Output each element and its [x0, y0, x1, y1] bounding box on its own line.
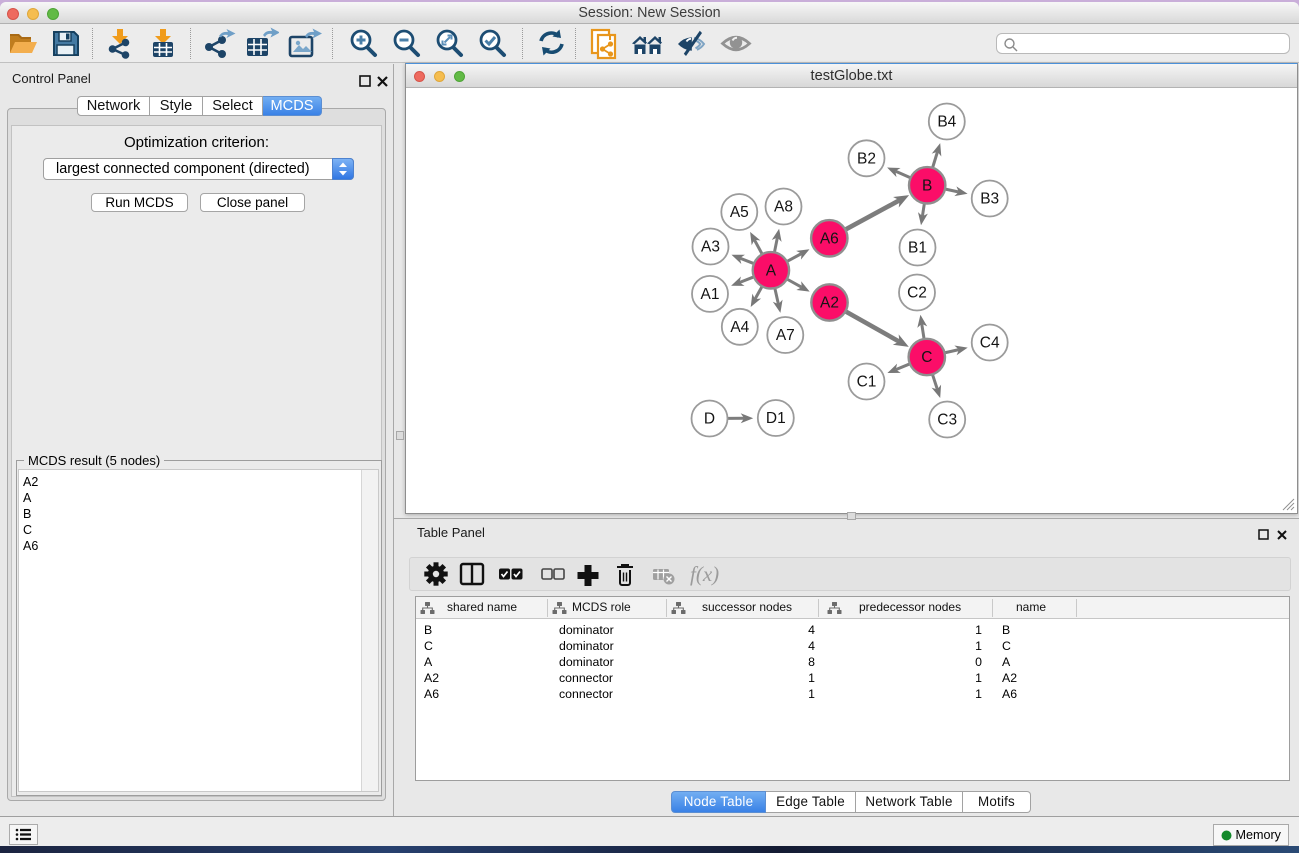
svg-text:D1: D1 [766, 410, 786, 427]
svg-text:A4: A4 [730, 319, 749, 336]
svg-text:B: B [922, 178, 932, 195]
svg-text:A7: A7 [776, 327, 795, 344]
svg-text:C3: C3 [937, 412, 957, 429]
svg-text:B3: B3 [980, 191, 999, 208]
svg-text:A2: A2 [820, 295, 839, 312]
svg-text:f(x): f(x) [690, 562, 719, 586]
svg-text:B1: B1 [908, 240, 927, 257]
svg-text:A1: A1 [701, 286, 720, 303]
svg-text:B2: B2 [857, 151, 876, 168]
svg-text:A: A [766, 263, 777, 280]
svg-text:A3: A3 [701, 239, 720, 256]
svg-text:C: C [921, 349, 932, 366]
svg-text:C1: C1 [857, 374, 877, 391]
svg-text:A6: A6 [820, 231, 839, 248]
svg-text:C4: C4 [980, 335, 1000, 352]
svg-text:A5: A5 [730, 204, 749, 221]
svg-text:A8: A8 [774, 199, 793, 216]
svg-text:D: D [704, 411, 715, 428]
svg-text:C2: C2 [907, 285, 927, 302]
svg-text:B4: B4 [937, 114, 956, 131]
